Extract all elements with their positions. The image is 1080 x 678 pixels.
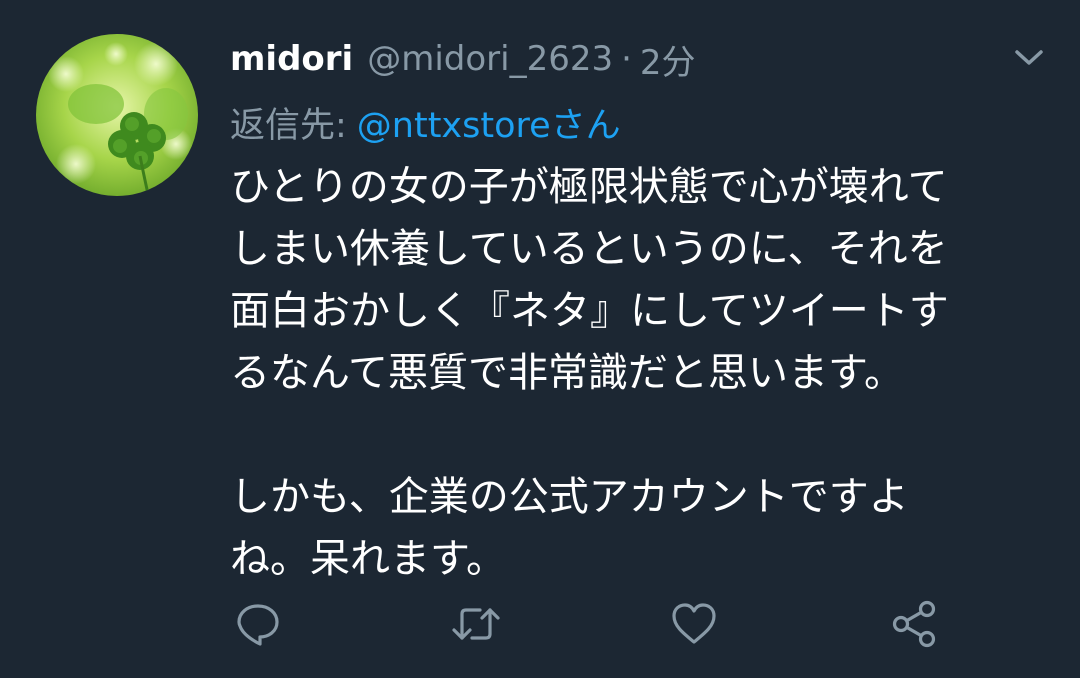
clover-avatar-image: [36, 34, 198, 196]
reply-icon: [237, 604, 279, 646]
share-icon: [892, 600, 936, 648]
reply-mention-link[interactable]: @nttxstoreさん: [357, 97, 621, 148]
tweet-body-line: るなんて悪質で非常識だと思います。: [230, 350, 904, 396]
like-button[interactable]: [666, 596, 722, 652]
reply-button[interactable]: [230, 596, 286, 652]
chevron-down-icon: [1015, 50, 1043, 65]
retweet-button[interactable]: [448, 596, 504, 652]
reply-prefix: 返信先:: [230, 105, 347, 146]
tweet-body-line: しかも、企業の公式アカウントですよ: [230, 474, 909, 520]
retweet-icon: [452, 608, 500, 640]
tweet-body-line: 面白おかしく『ネタ』にしてツイートす: [230, 288, 949, 334]
tweet-body-line: ね。呆れます。: [230, 536, 506, 582]
reply-context: 返信先: @nttxstoreさん: [230, 96, 621, 148]
tweet-body: ひとりの女の子が極限状態で心が壊れて しまい休養しているというのに、それを 面白…: [230, 156, 1040, 590]
tweet[interactable]: midori @midori_2623 · 2分 返信先: @nttxstore…: [0, 0, 1080, 678]
user-handle[interactable]: @midori_2623: [367, 39, 613, 79]
tweet-actions: [230, 596, 950, 652]
share-button[interactable]: [886, 596, 942, 652]
tweet-body-blank-line: [230, 404, 1040, 466]
tweet-body-line: しまい休養しているというのに、それを: [230, 226, 948, 272]
tweet-header: midori @midori_2623 · 2分: [230, 34, 696, 84]
display-name[interactable]: midori: [230, 39, 353, 79]
tweet-body-line: ひとりの女の子が極限状態で心が壊れて: [230, 164, 948, 210]
avatar[interactable]: [36, 34, 198, 196]
timestamp[interactable]: 2分: [640, 35, 696, 84]
tweet-menu-button[interactable]: [1012, 44, 1046, 70]
heart-icon: [672, 603, 716, 644]
separator-dot: ·: [621, 39, 632, 79]
